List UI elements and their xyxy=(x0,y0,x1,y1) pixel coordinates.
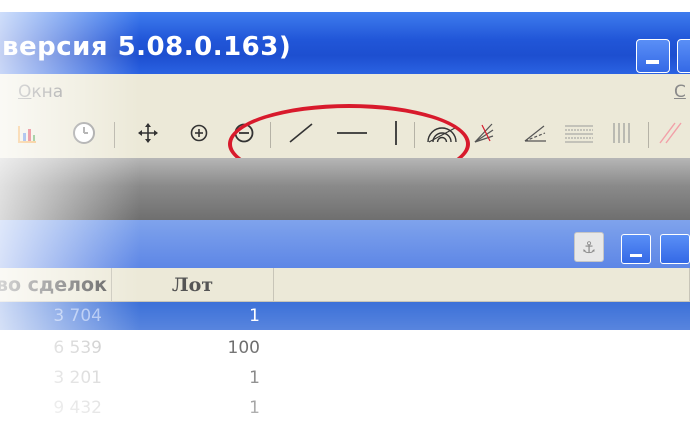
deal-count-cell: 9 432 xyxy=(53,398,102,418)
fibonacci-fan-button[interactable] xyxy=(470,108,498,158)
table-row[interactable]: 9 432 1 xyxy=(0,394,690,422)
window-title: версия 5.08.0.163) xyxy=(2,32,292,62)
menu-windows-mnemonic: О xyxy=(18,82,32,102)
panel-minimize-button[interactable] xyxy=(621,234,651,264)
clock-button[interactable] xyxy=(70,108,98,158)
minimize-icon xyxy=(630,254,642,257)
deal-count-cell: 3 704 xyxy=(53,306,102,326)
panel-maximize-button[interactable] xyxy=(660,234,690,264)
lot-cell: 1 xyxy=(249,398,260,418)
zoom-in-icon xyxy=(190,124,208,142)
fibonacci-fan-icon xyxy=(474,123,494,143)
lot-cell: 100 xyxy=(227,338,260,358)
minimize-icon xyxy=(646,60,659,64)
column-header-empty[interactable] xyxy=(274,268,690,302)
table-row[interactable]: 6 539 100 xyxy=(0,334,690,362)
horizontal-lines-icon xyxy=(565,125,593,143)
vertical-lines-button[interactable] xyxy=(608,108,638,158)
table-row[interactable]: 3 704 1 xyxy=(0,302,690,330)
table-row[interactable]: 3 201 1 xyxy=(0,364,690,392)
deal-count-cell: 3 201 xyxy=(53,368,102,388)
move-button[interactable] xyxy=(136,108,160,158)
chart-area-strip xyxy=(0,158,690,220)
move-icon xyxy=(138,123,158,143)
lot-cell: 1 xyxy=(249,368,260,388)
deals-table: во сделок Лот 3 704 1 6 539 100 3 201 1 … xyxy=(0,268,690,438)
angle-icon xyxy=(524,125,546,142)
app-window: версия 5.08.0.163) Окна С ⚓ во сделок Ло… xyxy=(0,0,690,438)
column-header-deals[interactable]: во сделок xyxy=(0,268,112,302)
anchor-button[interactable]: ⚓ xyxy=(574,232,604,262)
minimize-button[interactable] xyxy=(636,39,670,73)
diagonal-lines-button[interactable] xyxy=(656,108,686,158)
menu-windows-label: кна xyxy=(31,82,64,102)
bar-chart-icon xyxy=(18,126,36,143)
toolbar-separator xyxy=(648,122,649,148)
menu-right-item[interactable]: С xyxy=(674,82,686,102)
zoom-in-button[interactable] xyxy=(188,108,210,158)
title-bar: версия 5.08.0.163) xyxy=(0,12,690,74)
maximize-button[interactable] xyxy=(677,39,690,73)
angle-button[interactable] xyxy=(520,108,550,158)
horizontal-lines-button[interactable] xyxy=(562,108,596,158)
deal-count-cell: 6 539 xyxy=(53,338,102,358)
menu-bar: Окна С xyxy=(0,74,690,108)
menu-windows[interactable]: Окна xyxy=(18,82,63,102)
anchor-icon: ⚓ xyxy=(581,237,597,257)
lot-cell: 1 xyxy=(249,306,260,326)
bar-chart-button[interactable] xyxy=(14,108,40,158)
column-header-lot[interactable]: Лот xyxy=(112,268,274,302)
toolbar-separator xyxy=(114,122,115,148)
clock-icon xyxy=(73,122,95,144)
vertical-lines-icon xyxy=(613,123,630,143)
diagonal-lines-icon xyxy=(659,122,682,144)
